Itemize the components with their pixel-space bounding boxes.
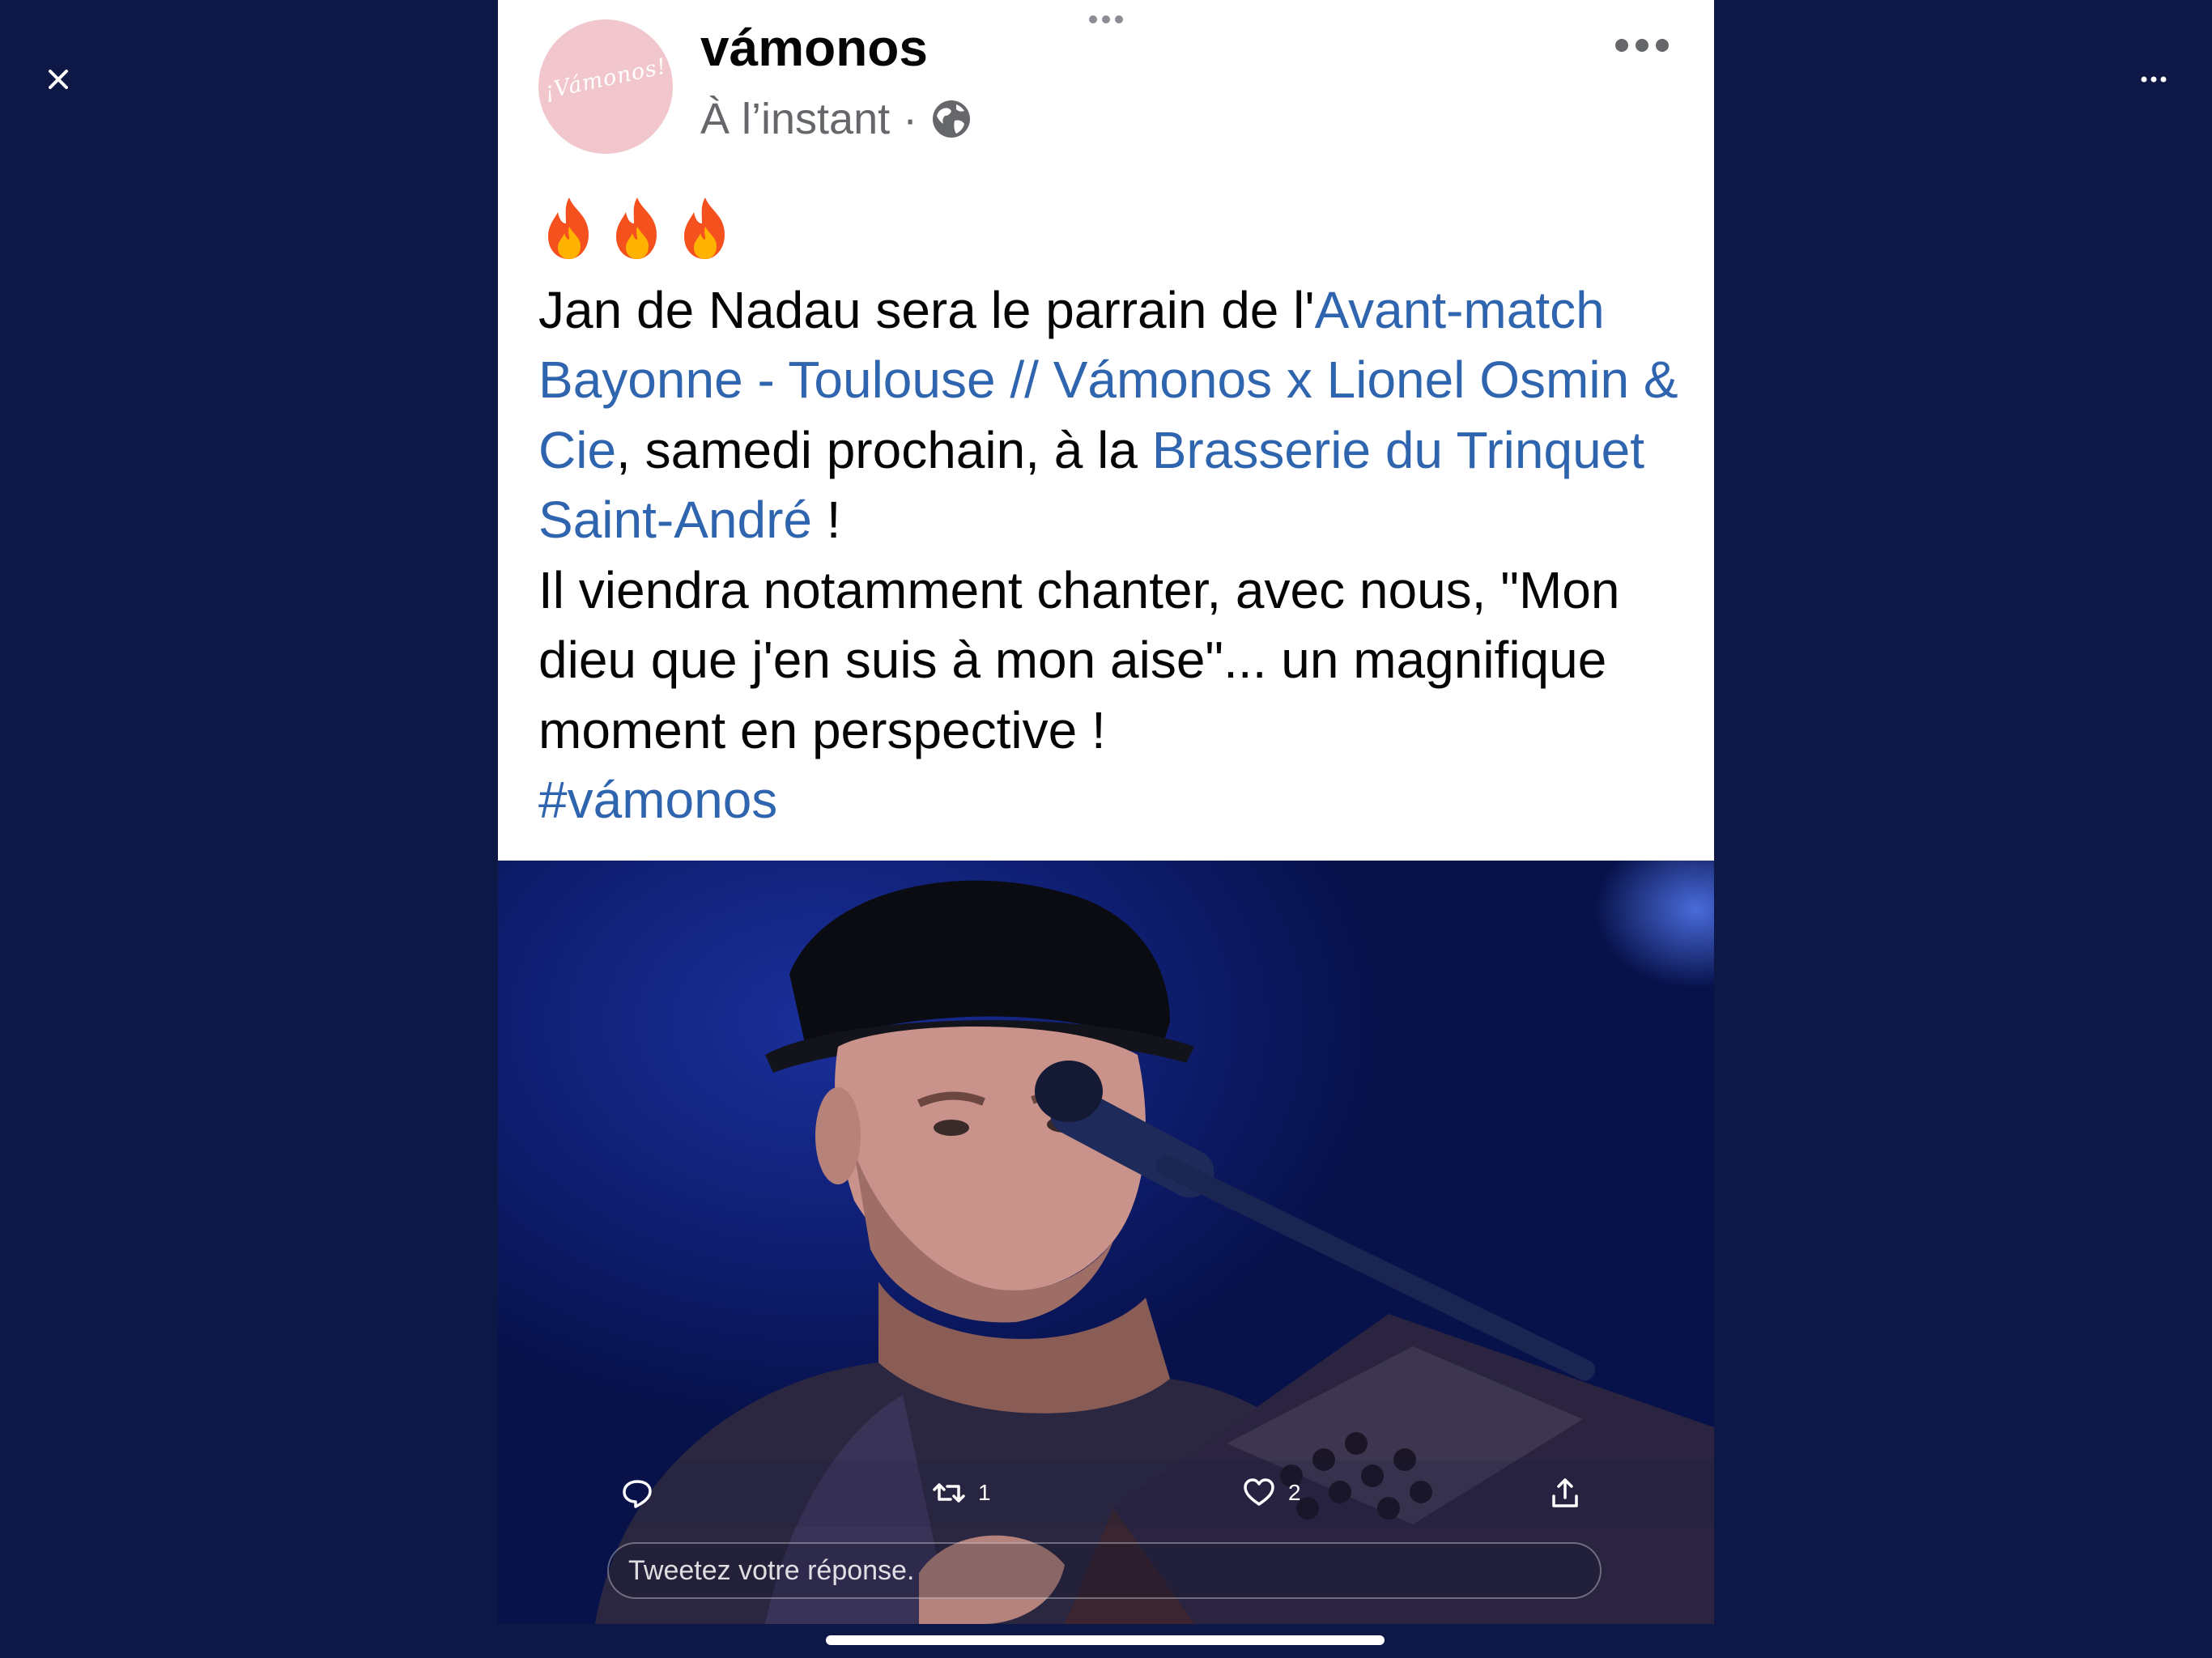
heart-icon (1244, 1478, 1274, 1506)
avatar: ¡Vámonos! (538, 19, 673, 154)
tweet-actions: 1 2 (498, 1460, 1714, 1527)
reply-input[interactable]: Tweetez votre réponse. (607, 1542, 1602, 1599)
globe-icon (930, 98, 972, 140)
like-button[interactable]: 2 (1241, 1475, 1301, 1511)
post-paragraph-2: Il viendra notamment chanter, avec nous,… (538, 560, 1620, 759)
post-text-segment: ! (811, 491, 841, 549)
post-paragraph-1: Jan de Nadau sera le parrain de l'Avant-… (538, 275, 1688, 555)
post-meta: À l’instant · (700, 94, 972, 144)
post-text-segment: , samedi prochain, à la (616, 420, 1152, 479)
share-button[interactable] (1547, 1475, 1583, 1511)
more-horizontal-icon[interactable] (2131, 57, 2176, 102)
close-icon[interactable] (36, 57, 81, 102)
post-text-segment: Jan de Nadau sera le parrain de l' (538, 280, 1315, 339)
retweet-count: 1 (978, 1480, 991, 1505)
like-count: 2 (1288, 1480, 1301, 1505)
share-upload-icon (1552, 1478, 1578, 1507)
facebook-post: ¡Vámonos! vámonos À l’instant · Jan de N… (498, 0, 1714, 861)
author-name: vámonos (700, 19, 928, 77)
emoji-row (538, 194, 1688, 275)
reply-bubble-icon (623, 1480, 652, 1508)
retweet-icon (933, 1483, 965, 1503)
meta-separator: · (903, 95, 918, 143)
post-options-icon[interactable] (1614, 37, 1670, 53)
home-indicator[interactable] (826, 1635, 1385, 1645)
media-viewer: ¡Vámonos! vámonos À l’instant · Jan de N… (0, 0, 2212, 1658)
avatar-logo-text: ¡Vámonos! (542, 53, 670, 104)
post-screenshot[interactable]: ¡Vámonos! vámonos À l’instant · Jan de N… (498, 0, 1714, 1624)
post-timestamp: À l’instant (700, 95, 891, 143)
drag-handle-icon (1087, 13, 1125, 26)
hashtag-link[interactable]: #vámonos (538, 765, 1688, 835)
post-body: Jan de Nadau sera le parrain de l'Avant-… (538, 194, 1688, 835)
reply-button[interactable] (619, 1475, 655, 1511)
fire-emoji-icon (606, 194, 668, 262)
fire-emoji-icon (674, 194, 736, 262)
retweet-button[interactable]: 1 (931, 1475, 991, 1511)
fire-emoji-icon (538, 194, 600, 262)
